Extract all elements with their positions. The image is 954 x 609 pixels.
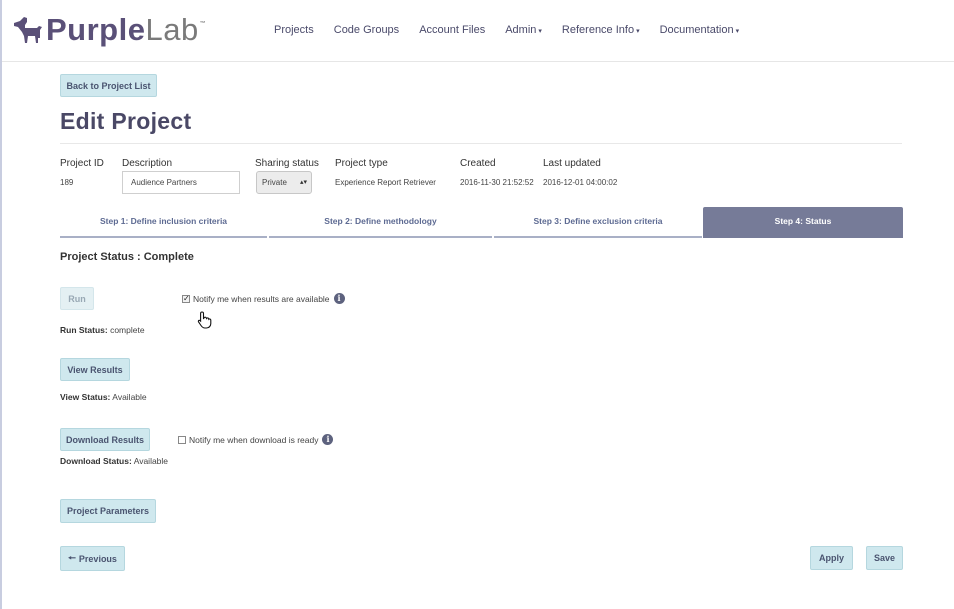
brand-name: PurpleLab™	[46, 12, 207, 47]
notify-download-option: Notify me when download is ready i	[178, 434, 334, 445]
last-updated-value: 2016-12-01 04:00:02	[543, 178, 618, 187]
nav-admin[interactable]: Admin ▾	[505, 24, 542, 36]
created-value: 2016-11-30 21:52:52	[460, 178, 534, 187]
download-status-label: Download Status:	[60, 456, 132, 466]
download-results-button[interactable]: Download Results	[60, 428, 150, 451]
project-id-value: 189	[60, 178, 74, 187]
divider	[60, 143, 902, 144]
description-label: Description	[122, 158, 173, 169]
view-status-value: Available	[112, 392, 147, 402]
sharing-status-select[interactable]: Private ▴▾	[256, 171, 312, 194]
tab-step-2[interactable]: Step 2: Define methodology	[269, 207, 492, 238]
back-to-project-list-button[interactable]: Back to Project List	[60, 74, 157, 97]
run-status: Run Status: complete	[60, 325, 145, 335]
caret-down-icon: ▾	[735, 28, 740, 35]
description-input[interactable]: Audience Partners	[122, 171, 240, 194]
download-status: Download Status: Available	[60, 456, 168, 466]
tab-step-4[interactable]: Step 4: Status	[703, 207, 903, 238]
nav-account-files[interactable]: Account Files	[419, 24, 485, 36]
arrow-left-icon: 🠔	[68, 552, 76, 563]
last-updated-label: Last updated	[543, 158, 601, 169]
project-parameters-button[interactable]: Project Parameters	[60, 499, 156, 523]
view-status-label: View Status:	[60, 392, 111, 402]
project-id-label: Project ID	[60, 158, 104, 169]
save-button[interactable]: Save	[866, 546, 903, 570]
dog-icon	[14, 17, 42, 43]
select-arrows-icon: ▴▾	[299, 179, 307, 186]
caret-down-icon: ▾	[636, 28, 640, 35]
nav-projects[interactable]: Projects	[274, 24, 314, 36]
notify-results-option: ✓ Notify me when results are available i	[182, 293, 345, 304]
caret-down-icon: ▾	[538, 28, 542, 35]
sharing-status-label: Sharing status	[255, 158, 319, 169]
previous-button-label: Previous	[78, 553, 117, 564]
sharing-status-value: Private	[262, 178, 287, 187]
view-results-button[interactable]: View Results	[60, 358, 130, 381]
run-status-label: Run Status:	[60, 325, 108, 335]
hand-cursor-icon	[197, 311, 212, 329]
info-icon[interactable]: i	[333, 293, 345, 304]
main-nav: Projects Code Groups Account Files Admin…	[274, 24, 759, 36]
notify-download-label: Notify me when download is ready	[189, 434, 319, 445]
tab-step-3[interactable]: Step 3: Define exclusion criteria	[494, 207, 702, 238]
step-tabs: Step 1: Define inclusion criteria Step 2…	[60, 207, 903, 238]
nav-reference-info[interactable]: Reference Info ▾	[562, 24, 640, 36]
created-label: Created	[460, 158, 496, 169]
page-title: Edit Project	[60, 108, 192, 134]
project-status-heading: Project Status : Complete	[60, 251, 194, 263]
notify-results-checkbox[interactable]: ✓	[182, 294, 190, 303]
nav-documentation[interactable]: Documentation ▾	[660, 24, 740, 36]
project-type-label: Project type	[335, 158, 388, 169]
view-status: View Status: Available	[60, 392, 147, 402]
logo[interactable]: PurpleLab™	[12, 12, 206, 48]
top-header: PurpleLab™ Projects Code Groups Account …	[2, 0, 954, 62]
nav-code-groups[interactable]: Code Groups	[334, 24, 399, 36]
previous-button[interactable]: 🠔 Previous	[60, 546, 125, 571]
notify-download-checkbox[interactable]	[178, 435, 186, 444]
apply-button[interactable]: Apply	[810, 546, 853, 570]
info-icon[interactable]: i	[322, 434, 334, 445]
download-status-value: Available	[133, 456, 169, 466]
tab-step-1[interactable]: Step 1: Define inclusion criteria	[60, 207, 267, 238]
run-button[interactable]: Run	[60, 287, 94, 310]
notify-results-label: Notify me when results are available	[193, 293, 330, 304]
run-status-value: complete	[110, 325, 145, 335]
project-type-value: Experience Report Retriever	[335, 178, 436, 187]
